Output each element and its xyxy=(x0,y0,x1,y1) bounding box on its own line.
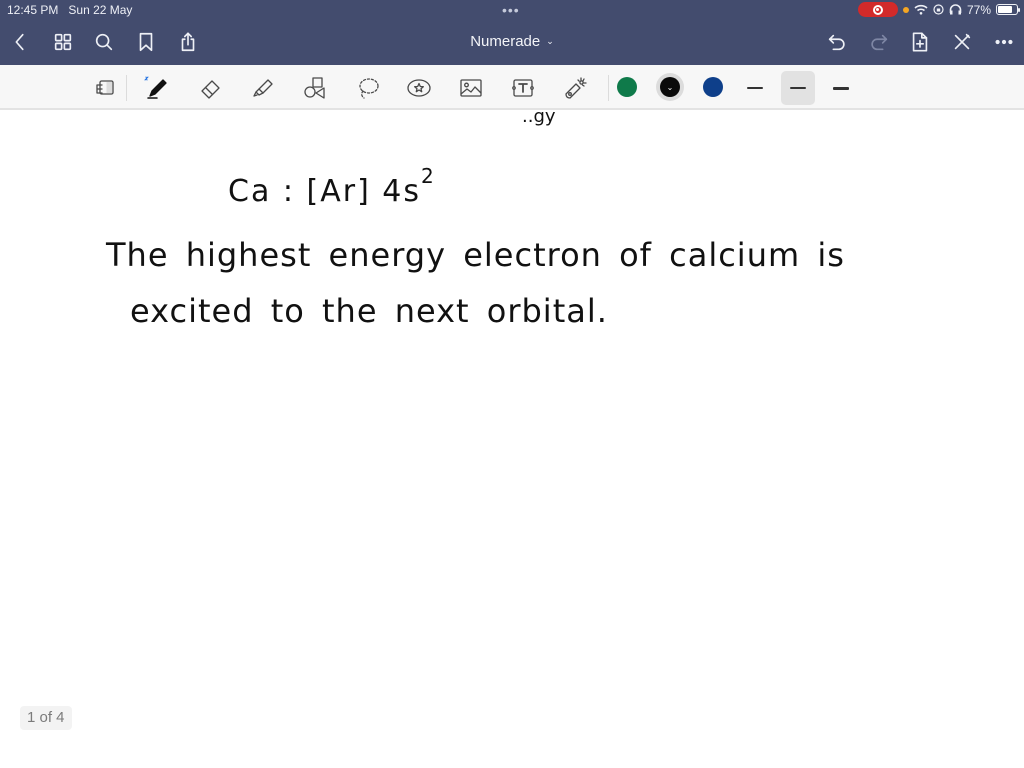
status-time: 12:45 PM Sun 22 May xyxy=(7,3,133,17)
status-bar: 12:45 PM Sun 22 May ••• 77% xyxy=(0,0,1024,20)
more-icon[interactable] xyxy=(992,30,1016,54)
close-pen-icon[interactable] xyxy=(950,30,974,54)
laser-pointer-tool-icon[interactable] xyxy=(560,73,590,103)
color-swatch-blue[interactable] xyxy=(703,77,723,97)
undo-icon[interactable] xyxy=(825,30,849,54)
battery-percent: 77% xyxy=(966,2,991,17)
shapes-tool-icon[interactable] xyxy=(300,73,330,103)
stroke-width-thin[interactable] xyxy=(738,71,772,105)
pen-tool-icon[interactable] xyxy=(142,73,172,103)
chevron-down-icon: ⌄ xyxy=(666,82,674,92)
handwriting-partial-top: ..gy xyxy=(522,106,556,127)
orientation-lock-icon xyxy=(933,4,944,15)
toolbar-divider xyxy=(126,75,127,101)
battery-icon xyxy=(996,4,1020,15)
text-tool-icon[interactable] xyxy=(508,73,538,103)
headphones-icon xyxy=(949,4,962,15)
stroke-width-thick[interactable] xyxy=(824,71,858,105)
drawing-toolbar: ⌄ xyxy=(0,65,1024,110)
handwriting-line-2: The highest energy electron of calcium i… xyxy=(106,236,845,274)
image-tool-icon[interactable] xyxy=(456,73,486,103)
eraser-tool-icon[interactable] xyxy=(196,73,226,103)
add-page-icon[interactable] xyxy=(908,30,932,54)
navigation-bar: Numerade ⌄ xyxy=(0,24,1024,60)
page-indicator[interactable]: 1 of 4 xyxy=(20,706,72,730)
top-bar: 12:45 PM Sun 22 May ••• 77% Numerade ⌄ xyxy=(0,0,1024,65)
chevron-down-icon: ⌄ xyxy=(546,36,554,46)
highlighter-tool-icon[interactable] xyxy=(248,73,278,103)
toolbar-divider xyxy=(608,75,609,101)
stroke-width-medium-selected[interactable] xyxy=(781,71,815,105)
multitasking-dots[interactable]: ••• xyxy=(502,2,520,18)
lasso-tool-icon[interactable] xyxy=(353,73,383,103)
redo-icon[interactable] xyxy=(867,30,891,54)
note-canvas[interactable]: ..gy Ca : [Ar] 4s2 The highest energy el… xyxy=(0,106,1024,768)
mic-in-use-dot xyxy=(902,6,909,13)
sticker-tool-icon[interactable] xyxy=(404,73,434,103)
wifi-icon xyxy=(914,4,928,15)
color-swatch-black-selected[interactable]: ⌄ xyxy=(660,77,680,97)
handwriting-line-3: excited to the next orbital. xyxy=(130,292,608,330)
screen-record-icon[interactable] xyxy=(857,2,898,17)
color-swatch-green[interactable] xyxy=(617,77,637,97)
reader-mode-icon[interactable] xyxy=(90,73,120,103)
handwriting-electron-config: Ca : [Ar] 4s2 xyxy=(228,164,436,209)
